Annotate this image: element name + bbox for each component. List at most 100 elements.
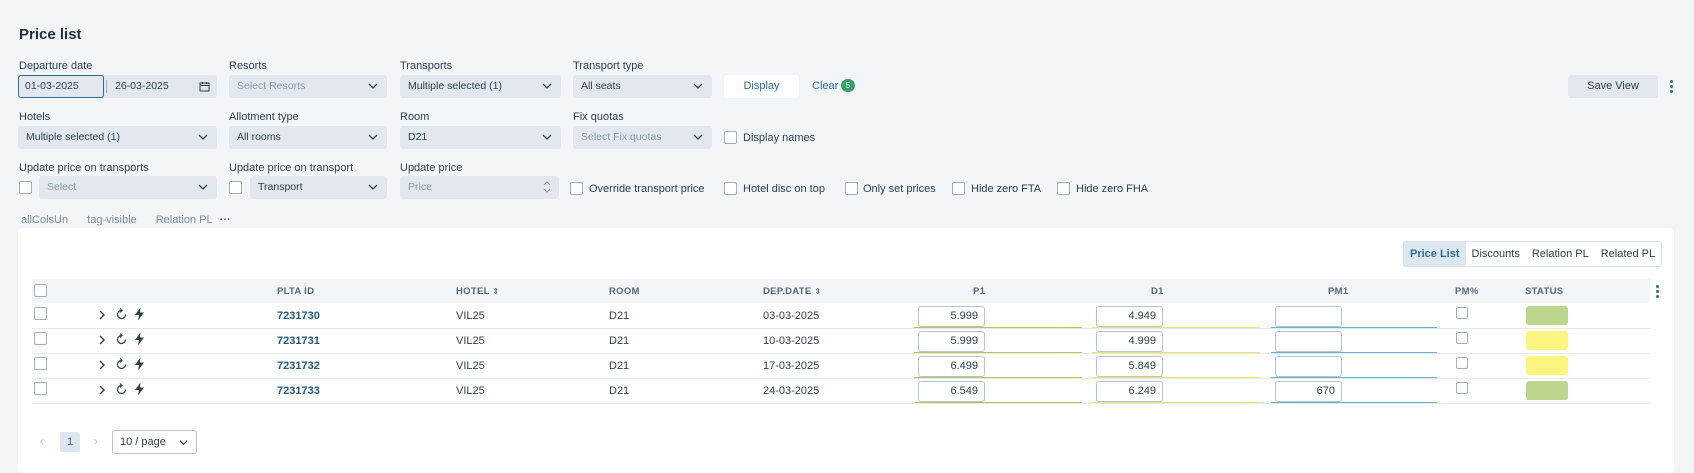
plta-id-link[interactable]: 7231732 xyxy=(277,360,320,372)
more-tags-icon[interactable]: ··· xyxy=(220,214,231,226)
p1-input[interactable]: 5.999 xyxy=(918,306,985,327)
tag-relation-pl[interactable]: Relation PL xyxy=(156,214,213,226)
col-d1: D1 xyxy=(1151,286,1164,297)
pm-pct-checkbox[interactable] xyxy=(1456,382,1468,394)
date-to-input[interactable]: 26-03-2025 xyxy=(115,75,169,98)
update-price-transports-select[interactable]: Select xyxy=(39,176,217,199)
calendar-icon[interactable] xyxy=(199,81,210,92)
hotels-select[interactable]: Multiple selected (1) xyxy=(18,126,217,149)
hotel-cell: VIL25 xyxy=(456,385,485,397)
p1-indicator xyxy=(914,377,1082,378)
update-price-transports-checkbox[interactable] xyxy=(19,181,32,194)
row-checkbox[interactable] xyxy=(34,307,47,320)
chevron-down-icon xyxy=(198,134,208,140)
col-dep-date[interactable]: DEP.DATE ⇕ xyxy=(763,286,821,297)
pm1-input[interactable] xyxy=(1275,331,1342,352)
update-price-input[interactable]: Price xyxy=(400,176,559,199)
column-settings-icon[interactable] xyxy=(1656,285,1660,300)
tab-discounts[interactable]: Discounts xyxy=(1466,242,1526,266)
d1-input[interactable]: 5.849 xyxy=(1096,356,1163,377)
next-page-icon[interactable]: › xyxy=(94,434,98,448)
row-checkbox[interactable] xyxy=(34,382,47,395)
expand-icon[interactable] xyxy=(98,359,106,371)
row-checkbox[interactable] xyxy=(34,332,47,345)
plta-id-link[interactable]: 7231731 xyxy=(277,335,320,347)
display-button[interactable]: Display xyxy=(724,75,799,98)
page-1-button[interactable]: 1 xyxy=(60,432,80,452)
only-set-prices-checkbox[interactable] xyxy=(845,182,858,195)
display-names-label: Display names xyxy=(743,132,816,144)
pm1-indicator xyxy=(1271,377,1437,378)
col-hotel[interactable]: HOTEL ⇕ xyxy=(456,286,500,297)
pm-pct-checkbox[interactable] xyxy=(1456,307,1468,319)
transports-select[interactable]: Multiple selected (1) xyxy=(400,75,561,98)
d1-input[interactable]: 4.999 xyxy=(1096,331,1163,352)
p1-input[interactable]: 6.499 xyxy=(918,356,985,377)
d1-input[interactable]: 4.949 xyxy=(1096,306,1163,327)
pm1-input[interactable] xyxy=(1275,306,1342,327)
table-row: 7231733 VIL25 D21 24-03-2025 6.549 6.249 670 xyxy=(32,379,1650,404)
refresh-icon[interactable] xyxy=(115,383,128,396)
override-transport-price-checkbox[interactable] xyxy=(570,182,583,195)
prev-page-icon[interactable]: ‹ xyxy=(40,434,44,448)
d1-input[interactable]: 6.249 xyxy=(1096,381,1163,402)
lightning-icon[interactable] xyxy=(134,307,145,321)
tag-allcolsun[interactable]: allColsUn xyxy=(21,214,68,226)
pm1-indicator xyxy=(1271,352,1437,353)
p1-input[interactable]: 5.999 xyxy=(918,331,985,352)
pm1-input[interactable] xyxy=(1275,356,1342,377)
refresh-icon[interactable] xyxy=(115,308,128,321)
transport-type-select[interactable]: All seats xyxy=(573,75,712,98)
status-badge xyxy=(1526,356,1568,375)
resorts-select[interactable]: Select Resorts xyxy=(229,75,387,98)
lightning-icon[interactable] xyxy=(134,357,145,371)
room-select[interactable]: D21 xyxy=(400,126,561,149)
plta-id-link[interactable]: 7231730 xyxy=(277,310,320,322)
update-price-transport-checkbox[interactable] xyxy=(229,181,242,194)
more-options-icon[interactable] xyxy=(1670,80,1674,95)
d1-indicator xyxy=(1092,402,1260,403)
date-from-input[interactable]: 01-03-2025 xyxy=(18,75,104,98)
hide-zero-fta-checkbox[interactable] xyxy=(952,182,965,195)
fix-quotas-select[interactable]: Select Fix quotas xyxy=(573,126,712,149)
resorts-placeholder: Select Resorts xyxy=(237,80,306,92)
tab-related-pl[interactable]: Related PL xyxy=(1595,242,1661,266)
expand-icon[interactable] xyxy=(98,309,106,321)
tag-visible[interactable]: tag-visible xyxy=(87,214,137,226)
expand-icon[interactable] xyxy=(98,334,106,346)
table-row: 7231731 VIL25 D21 10-03-2025 5.999 4.999 xyxy=(32,329,1650,354)
lightning-icon[interactable] xyxy=(134,332,145,346)
update-price-transport-select[interactable]: Transport xyxy=(250,176,387,199)
allotment-type-label: Allotment type xyxy=(229,111,299,123)
pm-pct-checkbox[interactable] xyxy=(1456,357,1468,369)
lightning-icon[interactable] xyxy=(134,382,145,396)
stepper-icon[interactable] xyxy=(543,181,551,193)
plta-id-link[interactable]: 7231733 xyxy=(277,385,320,397)
col-p1: P1 xyxy=(973,286,986,297)
sort-icon[interactable]: ⇕ xyxy=(492,287,499,296)
allotment-type-select[interactable]: All rooms xyxy=(229,126,387,149)
chevron-down-icon xyxy=(542,83,552,89)
expand-icon[interactable] xyxy=(98,384,106,396)
p1-input[interactable]: 6.549 xyxy=(918,381,985,402)
tab-relation-pl[interactable]: Relation PL xyxy=(1526,242,1595,266)
display-names-checkbox[interactable] xyxy=(724,131,737,144)
status-badge xyxy=(1526,331,1568,350)
row-checkbox[interactable] xyxy=(34,357,47,370)
refresh-icon[interactable] xyxy=(115,333,128,346)
refresh-icon[interactable] xyxy=(115,358,128,371)
page-size-select[interactable]: 10 / page xyxy=(112,430,197,454)
tab-price-list[interactable]: Price List xyxy=(1404,242,1466,266)
sort-icon[interactable]: ⇕ xyxy=(814,287,821,296)
hotels-label: Hotels xyxy=(19,111,51,123)
clear-button[interactable]: Clear xyxy=(812,80,838,92)
save-view-button[interactable]: Save View xyxy=(1568,75,1658,98)
hotel-cell: VIL25 xyxy=(456,310,485,322)
hotel-disc-on-top-checkbox[interactable] xyxy=(724,182,737,195)
hotel-cell: VIL25 xyxy=(456,360,485,372)
pm-pct-checkbox[interactable] xyxy=(1456,332,1468,344)
hide-zero-fha-checkbox[interactable] xyxy=(1057,182,1070,195)
pm1-input[interactable]: 670 xyxy=(1275,381,1342,402)
select-all-checkbox[interactable] xyxy=(34,284,47,297)
date-range-picker[interactable]: 01-03-2025 26-03-2025 xyxy=(18,75,217,98)
